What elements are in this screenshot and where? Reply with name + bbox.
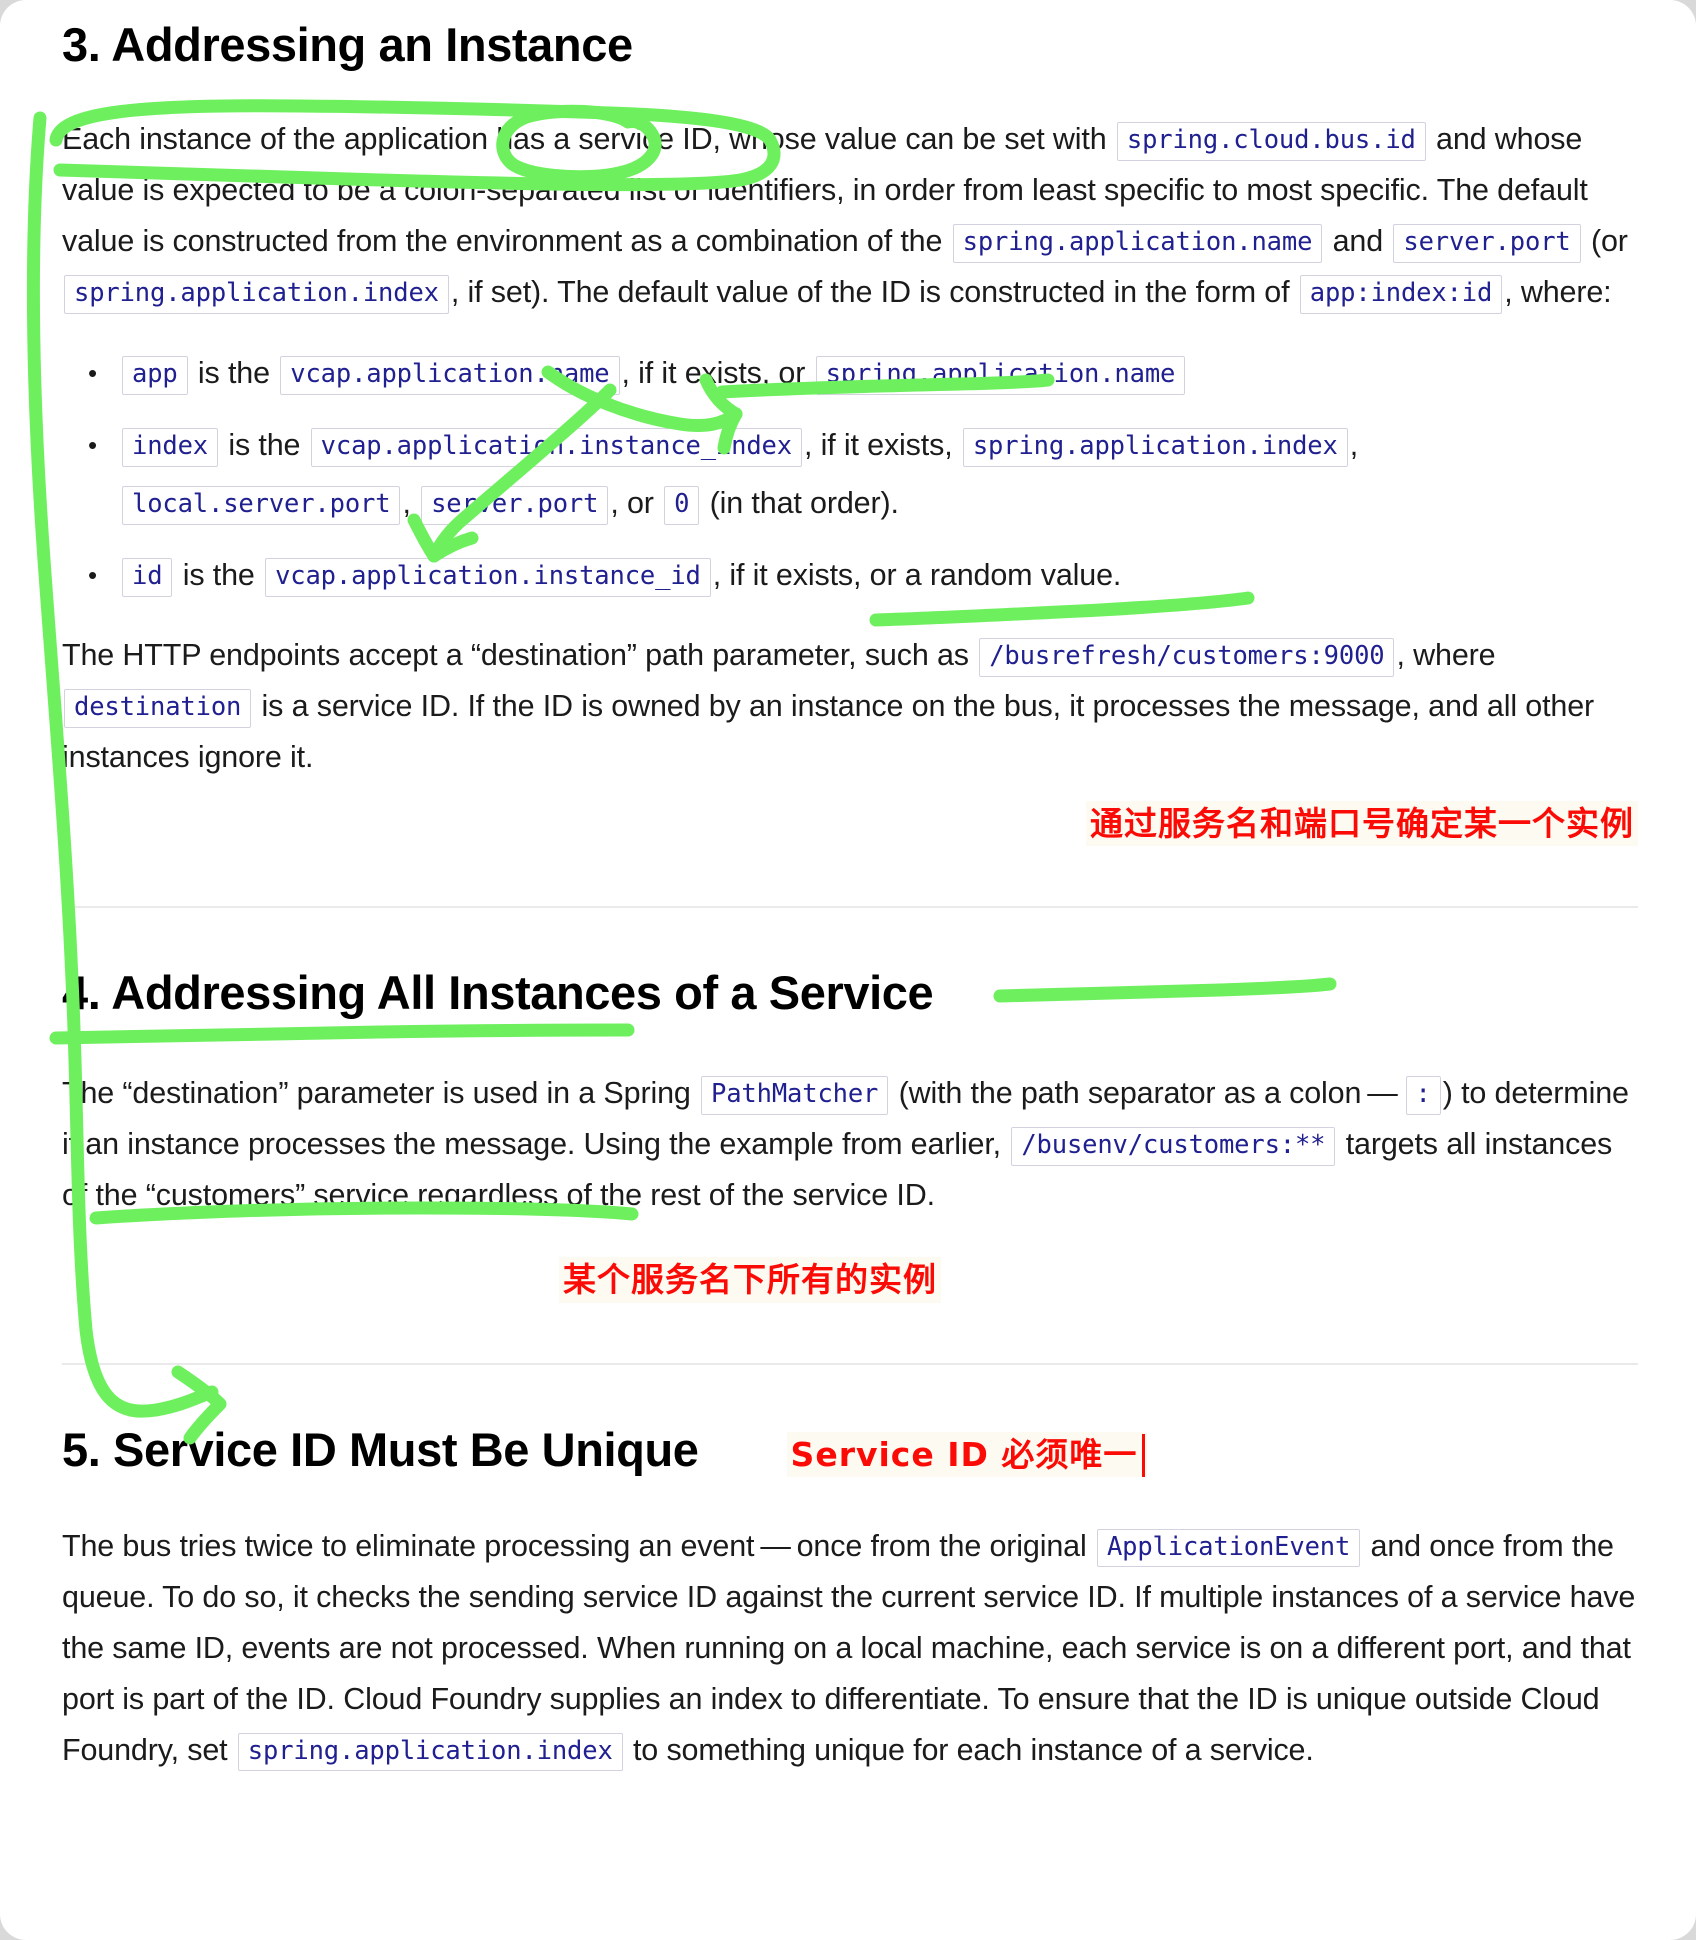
text-run: is the	[220, 428, 309, 463]
code-app: app	[122, 356, 188, 395]
text-run: The “destination” parameter is used in a…	[62, 1076, 700, 1111]
heading-section-4: 4. Addressing All Instances of a Service	[62, 966, 934, 1020]
text-run: (in that order).	[701, 486, 899, 521]
code-destination: destination	[64, 689, 252, 728]
code-zero: 0	[664, 486, 700, 525]
code-spring-application-index-final: spring.application.index	[237, 1732, 623, 1772]
text-run: , where	[1396, 638, 1496, 673]
text-run: is the	[189, 356, 279, 391]
code-spring-application-index-alt: spring.application.index	[962, 428, 1348, 467]
document-page: 3. Addressing an Instance Each instance …	[0, 0, 1696, 1940]
paragraph-section-3-intro: Each instance of the application has a s…	[62, 114, 1638, 318]
chinese-annotation-section-3: 通过服务名和端口号确定某一个实例	[1086, 801, 1638, 847]
code-index: index	[122, 428, 219, 467]
text-run: and once from the queue. To do so, it ch…	[62, 1528, 1636, 1767]
text-run: (or	[1582, 224, 1628, 259]
code-spring-application-index: spring.application.index	[64, 275, 449, 314]
bullet-list-id-parts: app is the vcap.application.name, if it …	[62, 344, 1638, 604]
annotation-row-section-4: 某个服务名下所有的实例	[62, 1257, 1638, 1303]
code-server-port: server.port	[1393, 224, 1581, 263]
section-divider-2	[62, 1362, 1638, 1365]
text-run: Each instance of the application has a s…	[62, 122, 1115, 157]
text-run: (with the path separator as a colon —	[890, 1076, 1404, 1111]
paragraph-section-5: The bus tries twice to eliminate process…	[62, 1521, 1638, 1776]
text-run: , if it exists,	[803, 428, 961, 463]
heading-section-3: 3. Addressing an Instance	[62, 18, 633, 71]
section-divider-1	[62, 906, 1638, 909]
text-run: , if it exists, or	[621, 356, 814, 391]
text-run: and	[1324, 224, 1392, 259]
text-run: is the	[174, 558, 264, 593]
heading-section-5-row: 5. Service ID Must Be Unique Service ID …	[62, 1422, 1638, 1478]
code-app-index-id: app:index:id	[1299, 275, 1503, 314]
document-content: 3. Addressing an Instance Each instance …	[0, 0, 1696, 1776]
text-run: ,	[1349, 428, 1359, 463]
text-run: is a service ID. If the ID is owned by a…	[62, 689, 1595, 775]
text-run: ,	[402, 486, 420, 521]
text-run: , or	[610, 486, 663, 521]
code-vcap-application-instance-index: vcap.application.instance_index	[310, 428, 802, 467]
code-colon: :	[1405, 1076, 1441, 1115]
paragraph-section-4: The “destination” parameter is used in a…	[62, 1068, 1638, 1221]
list-item: app is the vcap.application.name, if it …	[88, 344, 1638, 402]
code-server-port-alt: server.port	[421, 486, 609, 525]
code-spring-application-name: spring.application.name	[952, 224, 1323, 263]
code-busenv-customers: /busenv/customers:**	[1011, 1127, 1336, 1166]
text-run: The HTTP endpoints accept a “destination…	[62, 638, 978, 673]
code-local-server-port: local.server.port	[122, 486, 401, 525]
text-run: The bus tries twice to eliminate process…	[62, 1528, 1095, 1563]
code-spring-cloud-bus-id: spring.cloud.bus.id	[1116, 122, 1426, 161]
code-applicationevent: ApplicationEvent	[1096, 1528, 1361, 1568]
text-run: , if it exists, or a random value.	[712, 558, 1122, 593]
chinese-annotation-section-5: Service ID 必须唯一	[786, 1431, 1148, 1478]
text-run: to something unique for each instance of…	[624, 1732, 1314, 1767]
paragraph-http-endpoints: The HTTP endpoints accept a “destination…	[62, 630, 1638, 783]
code-busrefresh-customers: /busrefresh/customers:9000	[979, 638, 1395, 677]
code-pathmatcher: PathMatcher	[701, 1076, 889, 1115]
text-run: , if set). The default value of the ID i…	[450, 275, 1298, 310]
text-run: , where:	[1504, 275, 1612, 310]
code-spring-application-name-alt: spring.application.name	[815, 356, 1186, 395]
chinese-annotation-section-4: 某个服务名下所有的实例	[559, 1257, 941, 1303]
code-id: id	[122, 558, 173, 597]
list-item: index is the vcap.application.instance_i…	[88, 416, 1638, 532]
heading-section-5: 5. Service ID Must Be Unique	[62, 1422, 699, 1476]
list-item: id is the vcap.application.instance_id, …	[88, 546, 1638, 604]
code-vcap-application-instance-id: vcap.application.instance_id	[265, 558, 711, 597]
code-vcap-application-name: vcap.application.name	[280, 356, 620, 395]
annotation-row-section-3: 通过服务名和端口号确定某一个实例	[62, 801, 1638, 847]
